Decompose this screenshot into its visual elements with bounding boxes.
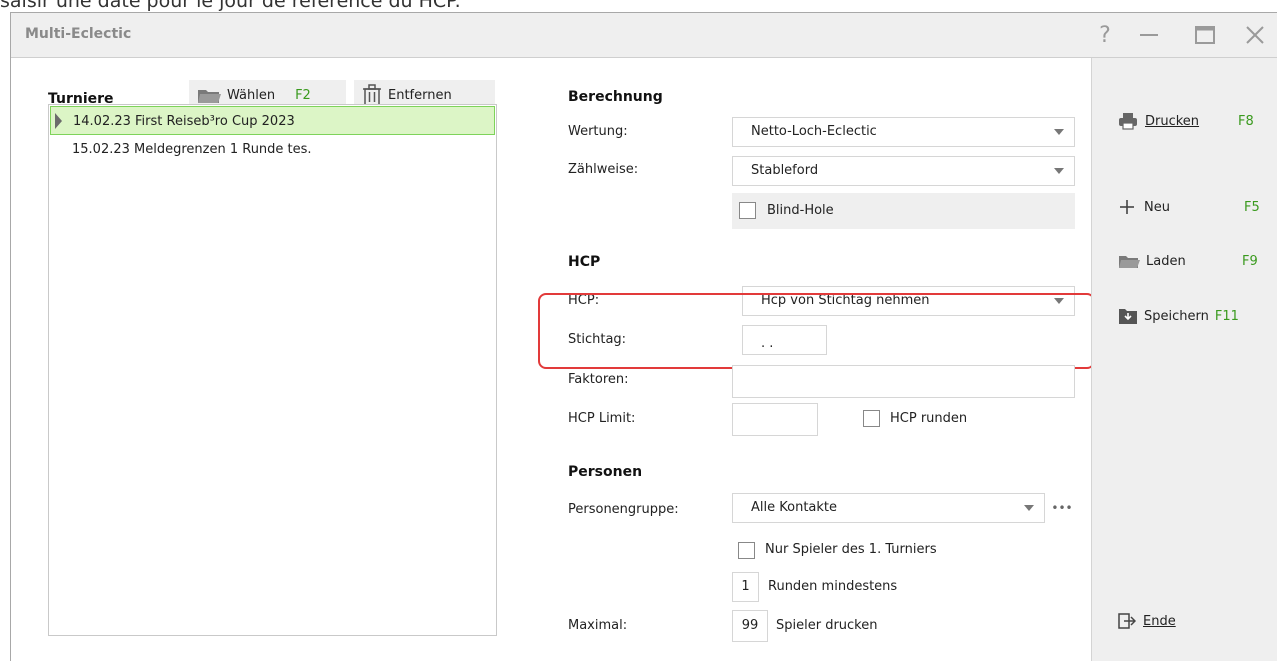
blind-hole-checkbox[interactable]: [739, 202, 756, 219]
laden-button[interactable]: Laden F9: [1118, 253, 1277, 269]
caption-text: saisir une date pour le jour de référenc…: [0, 0, 461, 12]
wertung-label: Wertung:: [568, 124, 628, 139]
list-item-label: 14.02.23 First Reiseb³ro Cup 2023: [73, 114, 295, 129]
nur-spieler-label: Nur Spieler des 1. Turniers: [765, 542, 937, 557]
chevron-down-icon[interactable]: [1044, 157, 1074, 185]
runden-mindestens-field[interactable]: 1: [732, 572, 759, 602]
neu-label: Neu: [1144, 199, 1170, 215]
hcp-limit-label: HCP Limit:: [568, 411, 636, 426]
drucken-button[interactable]: Drucken F8: [1118, 112, 1277, 130]
list-item-label: 15.02.23 Meldegrenzen 1 Runde tes.: [72, 142, 312, 157]
berechnung-heading: Berechnung: [568, 89, 663, 105]
personen-heading: Personen: [568, 464, 643, 480]
blind-hole-row: Blind-Hole: [732, 193, 1075, 229]
speichern-button[interactable]: Speichern F11: [1118, 307, 1277, 325]
trash-icon: [363, 84, 381, 106]
window-title: Multi-Eclectic: [25, 26, 132, 42]
folder-icon: [1119, 256, 1140, 268]
speichern-key: F11: [1214, 308, 1239, 324]
multi-eclectic-window: Multi-Eclectic ? Turniere Wählen F2 Entf…: [10, 12, 1277, 661]
turniere-list[interactable]: 14.02.23 First Reiseb³ro Cup 2023 15.02.…: [48, 104, 497, 636]
list-item[interactable]: 15.02.23 Meldegrenzen 1 Runde tes.: [50, 135, 495, 164]
maximal-label: Maximal:: [568, 618, 628, 633]
hcp-limit-field[interactable]: [732, 403, 818, 436]
printer-icon: [1119, 113, 1137, 130]
personengruppe-label: Personengruppe:: [568, 502, 679, 517]
hcp-heading: HCP: [568, 254, 601, 270]
close-icon[interactable]: [1237, 17, 1273, 53]
exit-icon: [1118, 613, 1136, 629]
remove-label: Entfernen: [388, 87, 452, 103]
selected-arrow-icon: [55, 113, 62, 129]
hcp-runden-checkbox[interactable]: [863, 410, 880, 427]
hcp-runden-label: HCP runden: [890, 411, 968, 426]
highlight-frame: [538, 293, 1095, 369]
maximal-suffix-label: Spieler drucken: [776, 618, 878, 633]
help-icon[interactable]: ?: [1087, 17, 1123, 53]
chevron-down-icon[interactable]: [1014, 494, 1044, 522]
list-item[interactable]: 14.02.23 First Reiseb³ro Cup 2023: [50, 106, 495, 135]
neu-key: F5: [1244, 199, 1260, 215]
neu-button[interactable]: Neu F5: [1118, 198, 1277, 216]
drucken-key: F8: [1238, 113, 1254, 129]
folder-icon: [198, 90, 221, 103]
maximize-icon[interactable]: [1187, 17, 1223, 53]
choose-key: F2: [295, 87, 311, 103]
zaehlweise-label: Zählweise:: [568, 162, 639, 177]
speichern-label: Speichern: [1144, 308, 1209, 324]
zaehlweise-select[interactable]: Stableford: [732, 156, 1075, 186]
more-options-button[interactable]: •••: [1047, 497, 1077, 519]
drucken-label: Drucken: [1145, 113, 1200, 129]
wertung-select[interactable]: Netto-Loch-Eclectic: [732, 117, 1075, 147]
action-sidebar: Drucken F8 Neu F5 Laden F9 Speichern F11…: [1091, 58, 1277, 661]
laden-key: F9: [1242, 253, 1258, 269]
save-icon: [1119, 309, 1137, 324]
title-bar: Multi-Eclectic ?: [11, 13, 1277, 58]
personengruppe-select[interactable]: Alle Kontakte: [732, 493, 1045, 523]
laden-label: Laden: [1146, 253, 1186, 269]
plus-icon: [1120, 200, 1134, 214]
personengruppe-value: Alle Kontakte: [751, 500, 838, 515]
runden-mindestens-label: Runden mindestens: [768, 579, 898, 594]
faktoren-label: Faktoren:: [568, 372, 629, 387]
faktoren-field[interactable]: [732, 365, 1075, 398]
minimize-icon[interactable]: [1131, 17, 1167, 53]
choose-label: Wählen: [227, 87, 276, 103]
wertung-value: Netto-Loch-Eclectic: [751, 124, 877, 139]
maximal-field[interactable]: 99: [732, 610, 768, 642]
ende-label: Ende: [1143, 613, 1176, 629]
zaehlweise-value: Stableford: [751, 163, 819, 178]
chevron-down-icon[interactable]: [1044, 118, 1074, 146]
blind-hole-label: Blind-Hole: [767, 203, 834, 218]
ende-button[interactable]: Ende: [1118, 613, 1277, 629]
nur-spieler-checkbox[interactable]: [738, 542, 755, 559]
